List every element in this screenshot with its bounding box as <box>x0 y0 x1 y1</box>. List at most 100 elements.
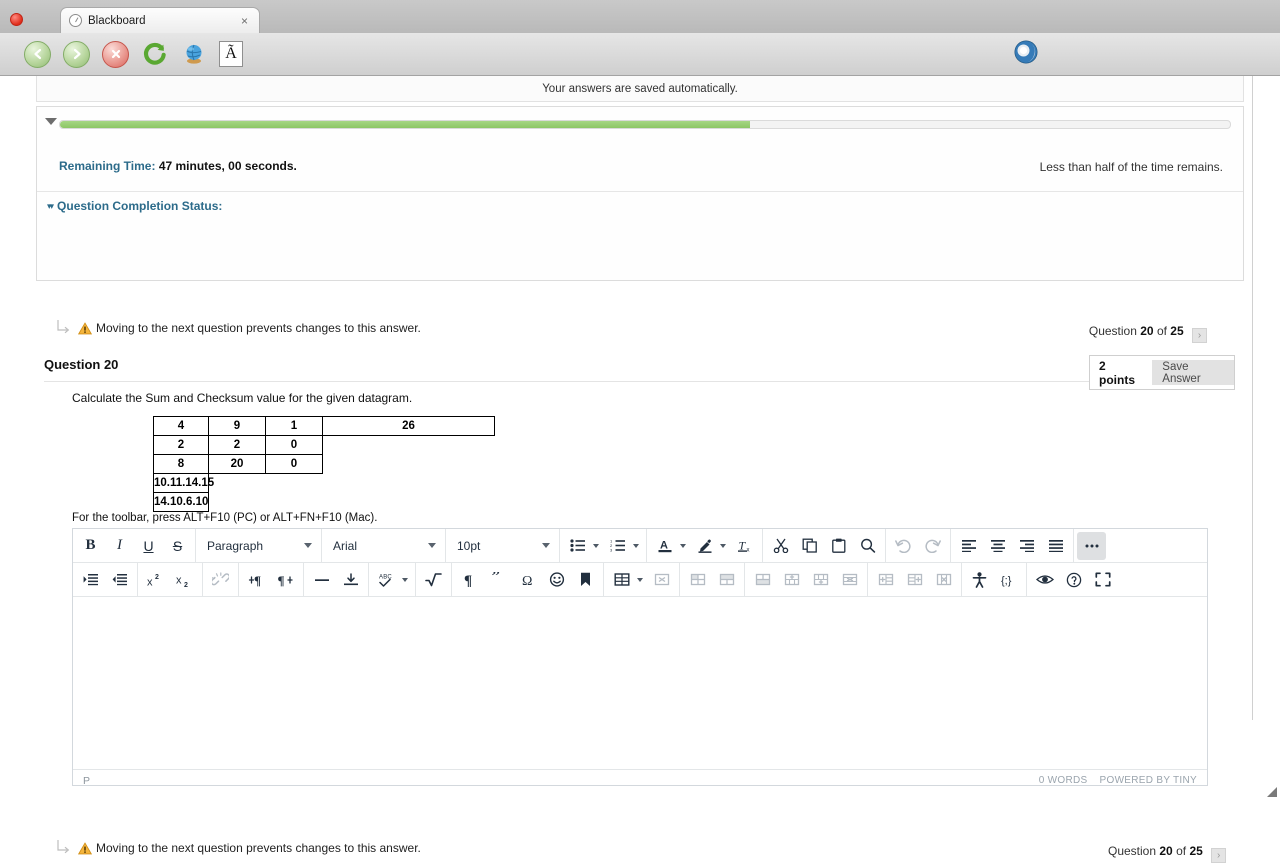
rtl-icon[interactable]: ¶ <box>271 566 300 594</box>
stop-button[interactable] <box>102 40 129 68</box>
autosave-text: Your answers are saved automatically. <box>542 82 738 95</box>
math-icon[interactable] <box>419 566 448 594</box>
horizontal-rule-icon[interactable] <box>307 566 336 594</box>
more-options-icon[interactable] <box>1077 531 1106 560</box>
question-completion-status[interactable]: ▾▾ Question Completion Status: <box>47 199 222 213</box>
save-answer-button[interactable]: Save Answer <box>1152 360 1234 385</box>
editor-element-path[interactable]: P <box>83 775 90 787</box>
datagram-cell: 8 <box>153 454 209 474</box>
tab-close-icon[interactable]: × <box>238 15 251 27</box>
svg-text:2: 2 <box>184 582 188 587</box>
chevron-down-icon[interactable] <box>680 543 686 548</box>
tiny-branding[interactable]: POWERED BY TINY <box>1100 775 1197 786</box>
ltr-icon[interactable]: ¶ <box>242 566 271 594</box>
toolbar-group-overflow <box>1074 529 1109 562</box>
spellcheck-icon[interactable]: ABC <box>372 566 401 594</box>
bullist-icon[interactable] <box>563 532 592 560</box>
bold-button[interactable]: B <box>76 532 105 560</box>
toolbar-group-block-format: Paragraph <box>196 529 322 562</box>
question-counter-number-bottom: 20 <box>1159 843 1173 858</box>
page-break-icon[interactable] <box>336 566 365 594</box>
editor-status-bar: P 0 WORDS POWERED BY TINY <box>73 769 1207 791</box>
backcolor-icon[interactable] <box>690 532 719 560</box>
removeformat-icon[interactable]: Tx <box>730 532 759 560</box>
reload-button[interactable] <box>141 41 168 68</box>
table-cell-properties-icon[interactable] <box>683 566 712 594</box>
unlink-icon[interactable] <box>206 566 235 594</box>
italic-button[interactable]: I <box>105 532 134 560</box>
question-counter-number-top: 20 <box>1140 323 1154 338</box>
insert-column-after-icon[interactable] <box>900 566 929 594</box>
block-format-select[interactable]: Paragraph <box>199 532 318 560</box>
searchreplace-icon[interactable] <box>853 532 882 560</box>
align-justify-icon[interactable] <box>1041 532 1070 560</box>
chevron-down-icon[interactable] <box>720 543 726 548</box>
datagram-cell: 4 <box>153 416 209 436</box>
delete-table-icon[interactable] <box>647 566 676 594</box>
browser-tab[interactable]: Blackboard × <box>60 7 260 33</box>
delete-column-icon[interactable] <box>929 566 958 594</box>
special-character-icon[interactable]: Ω <box>513 566 542 594</box>
datagram-cell: 2 <box>208 435 266 455</box>
toolbar-group-text-style: B I U S <box>73 529 196 562</box>
next-question-button-top[interactable]: › <box>1192 327 1207 343</box>
chevron-down-icon[interactable] <box>402 577 408 582</box>
strikethrough-button[interactable]: S <box>163 532 192 560</box>
indent-icon[interactable] <box>76 566 105 594</box>
datagram-cell: 1 <box>265 416 323 436</box>
align-right-icon[interactable] <box>1012 532 1041 560</box>
help-icon[interactable] <box>1059 566 1088 594</box>
paste-icon[interactable] <box>824 532 853 560</box>
table-icon[interactable] <box>607 566 636 594</box>
source-code-icon[interactable]: {;} <box>994 566 1023 594</box>
font-size-select[interactable]: 10pt <box>449 532 556 560</box>
undo-icon[interactable] <box>889 532 918 560</box>
svg-text:x: x <box>746 548 749 554</box>
text-encoding-button[interactable]: Ã <box>219 41 243 67</box>
svg-text:x: x <box>147 576 153 587</box>
align-center-icon[interactable] <box>983 532 1012 560</box>
chevron-down-icon <box>304 543 312 548</box>
editor-content-area[interactable] <box>73 597 1207 769</box>
chevron-down-icon[interactable] <box>637 577 643 582</box>
insert-row-before-icon[interactable] <box>777 566 806 594</box>
subscript-icon[interactable]: x2 <box>170 566 199 594</box>
forward-button[interactable] <box>63 40 90 68</box>
emoticon-icon[interactable] <box>542 566 571 594</box>
merge-cells-icon[interactable] <box>712 566 741 594</box>
timer-collapse-toggle-icon[interactable] <box>45 118 57 125</box>
preview-icon[interactable] <box>1030 566 1059 594</box>
svg-text:¶: ¶ <box>278 573 285 587</box>
svg-text:2: 2 <box>155 574 159 581</box>
points-and-save-box: 2 points Save Answer <box>1089 355 1235 390</box>
table-row-properties-icon[interactable] <box>748 566 777 594</box>
browser-nav-toolbar: Ã <box>0 33 1280 75</box>
insert-column-before-icon[interactable] <box>871 566 900 594</box>
accessibility-checker-icon[interactable] <box>965 566 994 594</box>
chevron-down-icon[interactable] <box>593 543 599 548</box>
redo-icon[interactable] <box>918 532 947 560</box>
home-button[interactable] <box>180 41 207 68</box>
bookmark-icon[interactable] <box>571 566 600 594</box>
show-blocks-icon[interactable]: ¶ <box>455 566 484 594</box>
copy-icon[interactable] <box>795 532 824 560</box>
fullscreen-icon[interactable] <box>1088 566 1117 594</box>
font-family-select[interactable]: Arial <box>325 532 442 560</box>
outdent-icon[interactable] <box>105 566 134 594</box>
window-close-dot[interactable] <box>10 13 23 26</box>
insert-row-after-icon[interactable] <box>806 566 835 594</box>
superscript-icon[interactable]: x2 <box>141 566 170 594</box>
delete-row-icon[interactable] <box>835 566 864 594</box>
forecolor-icon[interactable]: A <box>650 532 679 560</box>
window-resize-handle[interactable] <box>1264 784 1278 798</box>
numlist-icon[interactable]: 123 <box>603 532 632 560</box>
underline-button[interactable]: U <box>134 532 163 560</box>
chevron-down-icon[interactable] <box>633 543 639 548</box>
question-counter-of-bottom: of <box>1176 843 1187 858</box>
back-button[interactable] <box>24 40 51 68</box>
blockquote-icon[interactable]: ” <box>484 566 513 594</box>
next-question-button-bottom[interactable]: › <box>1211 847 1227 863</box>
block-format-value: Paragraph <box>207 538 264 553</box>
align-left-icon[interactable] <box>954 532 983 560</box>
cut-icon[interactable] <box>766 532 795 560</box>
